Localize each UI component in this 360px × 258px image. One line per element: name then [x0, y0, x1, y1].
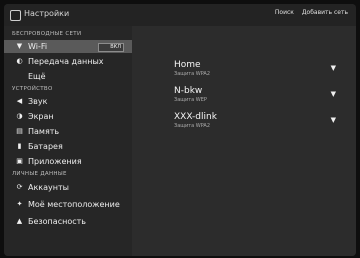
wifi-toggle[interactable]: ВКЛ	[98, 43, 124, 52]
sidebar-item-security[interactable]: ▲ Безопасность	[4, 215, 132, 228]
apps-icon: ▣	[16, 157, 23, 165]
network-name: XXX-dlink	[174, 112, 217, 122]
page-title: Настройки	[24, 9, 70, 18]
sidebar-item-label: Батарея	[28, 142, 63, 151]
sidebar-item-label: Моё местоположение	[28, 200, 120, 209]
network-name: Home	[174, 60, 201, 70]
sidebar-item-accounts[interactable]: ⟳ Аккаунты	[4, 181, 132, 194]
network-name: N-bkw	[174, 86, 203, 96]
sidebar-item-label: Звук	[28, 97, 48, 106]
data-transfer-icon: ◐	[16, 57, 23, 65]
storage-icon: ▤	[16, 127, 23, 135]
sidebar-item-storage[interactable]: ▤ Память	[4, 125, 132, 138]
network-security: Защита WPA2	[174, 71, 211, 77]
settings-app-icon	[10, 10, 21, 21]
sidebar-item-apps[interactable]: ▣ Приложения	[4, 155, 132, 168]
action-bar: Поиск Добавить сеть	[269, 9, 348, 16]
network-item[interactable]: Home Защита WPA2	[174, 60, 210, 77]
location-icon: ✦	[16, 200, 23, 208]
sidebar-item-wifi[interactable]: ▼ Wi-Fi ВКЛ	[4, 40, 132, 53]
wifi-signal-icon: ▼	[330, 90, 336, 98]
network-list: Home Защита WPA2 ▼ N-bkw Защита WEP ▼ XX…	[132, 26, 356, 256]
lock-icon: ▲	[16, 217, 23, 225]
search-button[interactable]: Поиск	[275, 9, 294, 16]
display-icon: ◑	[16, 112, 23, 120]
sidebar-item-label: Передача данных	[28, 57, 104, 66]
network-item[interactable]: XXX-dlink Защита WPA2	[174, 112, 217, 129]
sidebar-item-label: Экран	[28, 112, 54, 121]
title-bar: Настройки Поиск Добавить сеть	[4, 4, 356, 27]
sidebar-item-battery[interactable]: ▮ Батарея	[4, 140, 132, 153]
section-header-personal: ЛИЧНЫЕ ДАННЫЕ	[12, 171, 67, 177]
wifi-signal-icon: ▼	[330, 116, 336, 124]
sidebar-item-label: Wi-Fi	[28, 42, 48, 51]
sound-icon: ◀	[16, 97, 23, 105]
sidebar-item-label: Приложения	[28, 157, 82, 166]
accounts-icon: ⟳	[16, 183, 23, 191]
battery-icon: ▮	[17, 142, 22, 150]
network-security: Защита WEP	[174, 97, 207, 103]
sidebar-item-data-transfer[interactable]: ◐ Передача данных	[4, 55, 132, 68]
section-header-wireless: БЕСПРОВОДНЫЕ СЕТИ	[12, 31, 82, 37]
sidebar-item-more[interactable]: Ещё	[4, 70, 132, 83]
sidebar-item-location[interactable]: ✦ Моё местоположение	[4, 198, 132, 211]
settings-sidebar: БЕСПРОВОДНЫЕ СЕТИ ▼ Wi-Fi ВКЛ ◐ Передача…	[4, 26, 132, 256]
sidebar-item-label: Память	[28, 127, 60, 136]
settings-screen: Настройки Поиск Добавить сеть БЕСПРОВОДН…	[4, 4, 356, 256]
network-security: Защита WPA2	[174, 123, 211, 129]
sidebar-item-label: Аккаунты	[28, 183, 69, 192]
add-network-button[interactable]: Добавить сеть	[302, 9, 348, 16]
sidebar-item-display[interactable]: ◑ Экран	[4, 110, 132, 123]
network-item[interactable]: N-bkw Защита WEP	[174, 86, 207, 103]
wifi-signal-icon: ▼	[330, 64, 336, 72]
wifi-icon: ▼	[16, 42, 23, 50]
sidebar-item-label: Безопасность	[28, 217, 86, 226]
section-header-device: УСТРОЙСТВО	[12, 86, 53, 92]
sidebar-item-sound[interactable]: ◀ Звук	[4, 95, 132, 108]
sidebar-item-label: Ещё	[28, 72, 46, 81]
